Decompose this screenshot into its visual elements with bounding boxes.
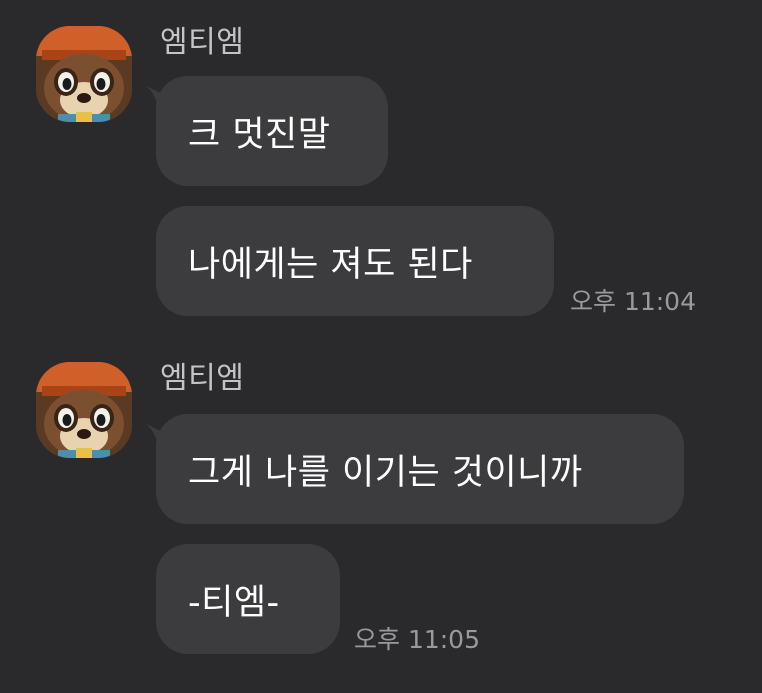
message-bubble[interactable]: 그게 나를 이기는 것이니까 [156, 414, 684, 524]
message-timestamp: 오후 11:05 [354, 625, 480, 654]
sender-name: 엠티엠 [160, 25, 245, 60]
tom-nook-avatar-icon [36, 26, 132, 122]
message-bubble[interactable]: -티엠- [156, 544, 340, 654]
sender-avatar[interactable] [36, 362, 132, 458]
sender-avatar[interactable] [36, 26, 132, 122]
message-text: 그게 나를 이기는 것이니까 [188, 452, 583, 493]
message-bubble[interactable]: 나에게는 져도 된다 [156, 206, 554, 316]
message-text: 크 멋진말 [188, 114, 331, 155]
sender-name: 엠티엠 [160, 361, 245, 396]
message-bubble[interactable]: 크 멋진말 [156, 76, 388, 186]
message-timestamp: 오후 11:04 [570, 287, 696, 316]
tom-nook-avatar-icon [36, 362, 132, 458]
message-text: 나에게는 져도 된다 [188, 244, 473, 285]
message-text: -티엠- [188, 582, 280, 623]
